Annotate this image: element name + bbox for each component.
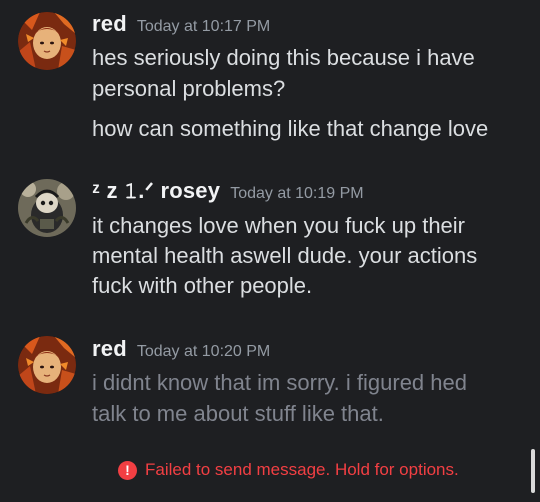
avatar-red[interactable] [18, 12, 76, 70]
timestamp[interactable]: Today at 10:20 PM [137, 343, 270, 361]
avatar-rosey[interactable] [18, 179, 76, 237]
message-text-pending: talk to me about stuff like that. [92, 401, 384, 426]
username[interactable]: red [92, 11, 127, 37]
message-text: personal problems? [92, 76, 286, 101]
scrollbar[interactable] [531, 449, 535, 493]
message-text: fuck with other people. [92, 273, 313, 298]
avatar-red[interactable] [18, 336, 76, 394]
message-text: it changes love when you fuck up their [92, 213, 466, 238]
message-text: hes seriously doing this because i have [92, 45, 475, 70]
failed-message-text[interactable]: Failed to send message. Hold for options… [145, 460, 459, 480]
timestamp[interactable]: Today at 10:19 PM [230, 185, 363, 203]
message-text: how can something like that change love [92, 116, 489, 141]
timestamp[interactable]: Today at 10:17 PM [137, 18, 270, 36]
username[interactable]: ᶻ z 𝟷.ᐟ rosey [92, 178, 220, 204]
chat-view[interactable]: red Today at 10:17 PM hes seriously doin… [0, 0, 540, 502]
message-text-pending: i didnt know that im sorry. i figured he… [92, 370, 467, 395]
username[interactable]: red [92, 336, 127, 362]
message-text: mental health aswell dude. your actions [92, 243, 478, 268]
failed-message-notice[interactable]: ! Failed to send message. Hold for optio… [118, 460, 459, 480]
error-circle-icon: ! [118, 460, 137, 480]
